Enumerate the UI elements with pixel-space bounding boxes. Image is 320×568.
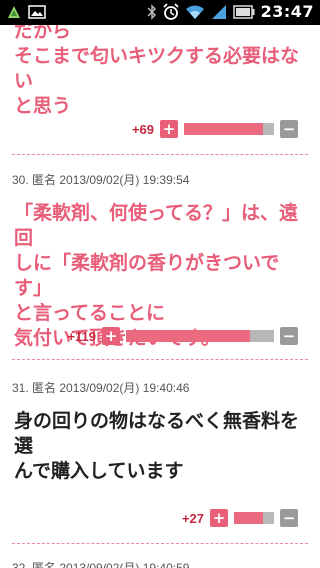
- upvote-button[interactable]: +: [160, 120, 178, 138]
- comment-item: だから そこまで匂いキツクする必要はない と思う: [0, 25, 320, 119]
- alarm-icon: [162, 2, 179, 20]
- signal-icon: [211, 4, 226, 19]
- comment-meta: 31. 匿名 2013/09/02(月) 19:40:46: [12, 381, 190, 395]
- upvote-button[interactable]: +: [102, 327, 120, 345]
- rating-bar: [184, 123, 274, 135]
- vote-controls: +119 + −: [67, 327, 298, 345]
- comment-body: だから そこまで匂いキツクする必要はない と思う: [14, 25, 306, 119]
- rating-bar: [234, 512, 274, 524]
- comment-line: と思う: [14, 95, 72, 117]
- vote-score: +69: [131, 121, 154, 137]
- comment-divider: [12, 154, 308, 155]
- rating-bar-fill: [234, 512, 263, 524]
- comment-line: だから: [14, 25, 72, 42]
- comment-body: 身の回りの物はなるべく無香料を選 んで購入しています: [14, 409, 306, 484]
- comment-line: 身の回りの物はなるべく無香料を選: [14, 410, 300, 457]
- rating-bar: [126, 330, 274, 342]
- comment-line: しに「柔軟剤の香りがきついです」: [14, 252, 280, 299]
- comment-divider: [12, 359, 308, 360]
- vote-score: +119: [67, 328, 96, 344]
- downvote-button[interactable]: −: [280, 120, 298, 138]
- downvote-button[interactable]: −: [280, 327, 298, 345]
- comment-line: と言ってることに: [14, 302, 166, 324]
- comment-line: そこまで匂いキツクする必要はない: [14, 45, 300, 92]
- rating-bar-fill: [126, 330, 251, 342]
- bluetooth-icon: [147, 3, 156, 20]
- clock: 23:47: [260, 2, 314, 21]
- upvote-button[interactable]: +: [210, 509, 228, 527]
- downvote-button[interactable]: −: [280, 509, 298, 527]
- vote-controls: +27 + −: [182, 509, 298, 527]
- battery-icon: [232, 4, 255, 19]
- comment-line: 「柔軟剤、何使ってる？」は、遠回: [14, 202, 299, 249]
- comment-divider: [12, 543, 308, 544]
- vote-controls: +69 + −: [132, 120, 298, 138]
- wifi-icon: [185, 5, 204, 19]
- image-notification-icon: [28, 5, 46, 19]
- comment-list[interactable]: だから そこまで匂いキツクする必要はない と思う +69 + − 30. 匿名 …: [0, 25, 320, 568]
- app-notification-icon: [8, 6, 20, 18]
- rating-bar-fill: [184, 123, 264, 135]
- vote-score: +27: [181, 510, 204, 526]
- comment-line: んで購入しています: [14, 460, 184, 482]
- comment-meta: 30. 匿名 2013/09/02(月) 19:39:54: [12, 173, 190, 187]
- comment-meta: 32. 匿名 2013/09/02(月) 19:40:59: [12, 561, 190, 568]
- status-bar: 23:47: [0, 0, 320, 25]
